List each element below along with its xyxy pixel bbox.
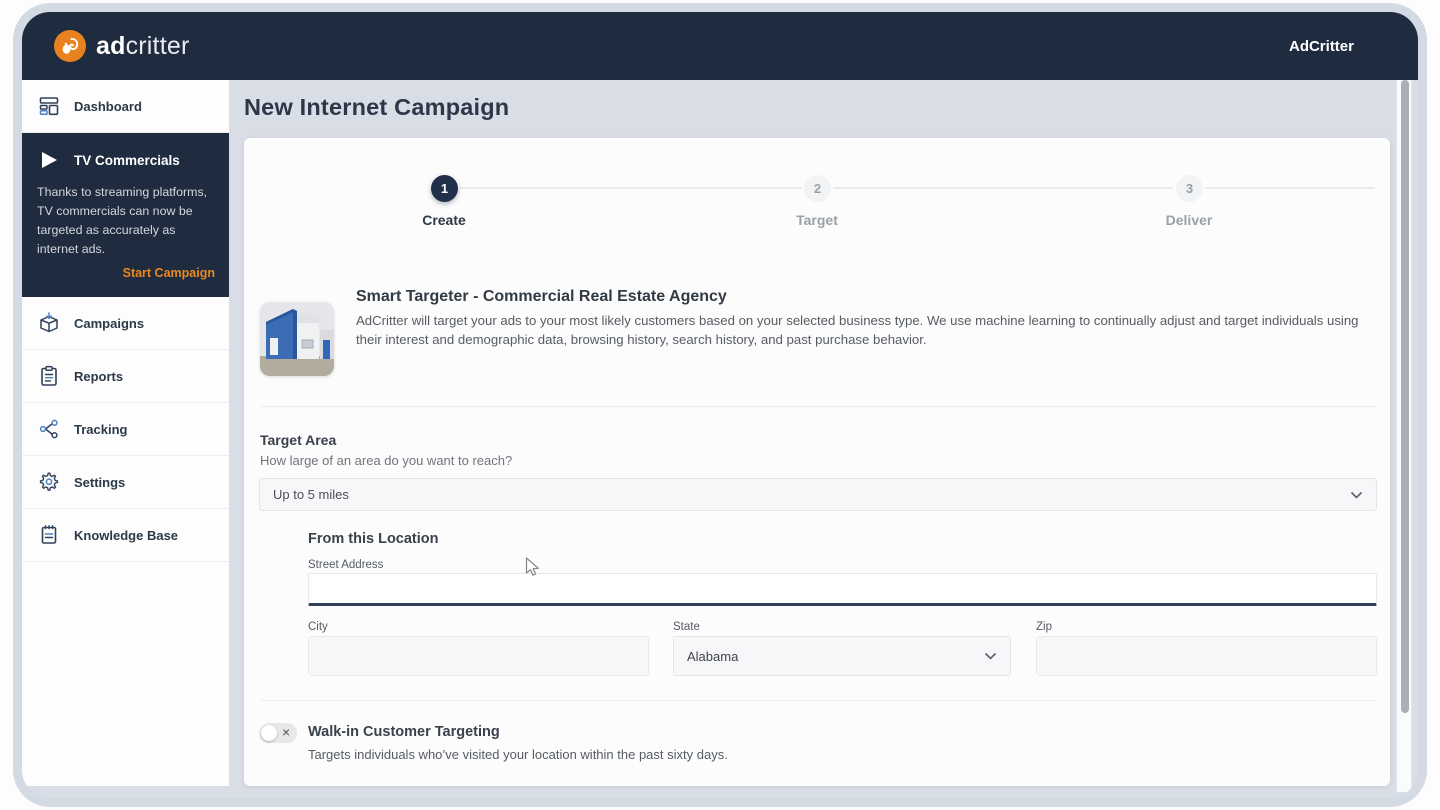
page-title: New Internet Campaign	[244, 94, 510, 120]
product-description: AdCritter will target your ads to your m…	[356, 313, 1359, 347]
sidebar-item-tv-commercials[interactable]: TV Commercials	[37, 146, 215, 174]
gear-icon	[37, 471, 61, 493]
adcritter-logo[interactable]: adcritter	[54, 30, 189, 62]
state-select[interactable]: Alabama	[673, 636, 1011, 676]
dashboard-icon	[37, 95, 61, 117]
street-address-label: Street Address	[308, 559, 384, 571]
step-1-circle[interactable]: 1	[431, 175, 458, 202]
step-2-circle[interactable]: 2	[804, 175, 831, 202]
section-divider	[260, 406, 1377, 407]
target-area-question: How large of an area do you want to reac…	[260, 453, 513, 468]
walkin-heading: Walk-in Customer Targeting	[308, 724, 500, 740]
business-type-photo	[260, 302, 334, 376]
chevron-down-icon	[1350, 491, 1376, 499]
city-label: City	[308, 621, 328, 633]
tv-panel-description: Thanks to streaming platforms, TV commer…	[37, 185, 208, 256]
sidebar-item-label: Dashboard	[74, 98, 142, 114]
share-nodes-icon	[37, 418, 61, 440]
mouse-cursor	[525, 557, 540, 582]
sidebar: Dashboard TV Commercials Thanks to strea…	[22, 80, 229, 786]
target-area-selected-value: Up to 5 miles	[273, 487, 349, 502]
step-connector	[1205, 187, 1375, 189]
step-connector	[460, 187, 802, 189]
walkin-toggle[interactable]: ×	[259, 723, 297, 743]
step-1-label: Create	[422, 212, 466, 228]
section-divider	[260, 700, 1377, 701]
target-area-heading: Target Area	[260, 432, 337, 448]
sidebar-item-campaigns[interactable]: Campaigns	[22, 297, 229, 350]
sidebar-item-settings[interactable]: Settings	[22, 456, 229, 509]
product-title: Smart Targeter - Commercial Real Estate …	[356, 288, 727, 305]
state-label: State	[673, 621, 700, 633]
tv-panel-title: TV Commercials	[74, 152, 180, 168]
state-selected-value: Alabama	[687, 648, 739, 664]
clipboard-icon	[37, 365, 61, 387]
location-heading: From this Location	[308, 531, 439, 547]
start-campaign-link[interactable]: Start Campaign	[37, 266, 215, 280]
walkin-description: Targets individuals who’ve visited your …	[308, 747, 728, 762]
step-number: 3	[1185, 181, 1194, 196]
street-address-input[interactable]	[308, 573, 1377, 606]
step-number: 1	[440, 181, 449, 196]
step-3-circle[interactable]: 3	[1176, 175, 1203, 202]
target-area-select[interactable]: Up to 5 miles	[259, 478, 1377, 511]
package-icon	[37, 312, 61, 334]
step-2-label: Target	[796, 212, 838, 228]
step-3-label: Deliver	[1165, 212, 1213, 228]
top-bar: adcritter AdCritter	[22, 12, 1418, 80]
zip-label: Zip	[1036, 621, 1052, 633]
sidebar-item-label: Settings	[74, 474, 126, 490]
campaign-setup-card: 1 Create 2 Target 3 Deliver Smart Target…	[244, 138, 1390, 786]
logo-wordmark: adcritter	[96, 31, 190, 60]
sidebar-item-reports[interactable]: Reports	[22, 350, 229, 403]
zip-input[interactable]	[1036, 636, 1377, 676]
squirrel-icon	[54, 30, 86, 62]
step-number: 2	[813, 181, 822, 196]
sidebar-item-label: Tracking	[74, 421, 128, 437]
chevron-down-icon	[984, 652, 1010, 660]
sidebar-item-label: Reports	[74, 368, 124, 384]
account-menu[interactable]: AdCritter	[1289, 38, 1354, 55]
toggle-knob	[261, 725, 277, 741]
sidebar-item-dashboard[interactable]: Dashboard	[22, 80, 229, 133]
step-connector	[833, 187, 1173, 189]
sidebar-item-knowledge-base[interactable]: Knowledge Base	[22, 509, 229, 562]
toggle-off-x-icon: ×	[282, 724, 291, 740]
sidebar-item-tracking[interactable]: Tracking	[22, 403, 229, 456]
app-window: adcritter AdCritter Dashboard TV Commerc…	[22, 12, 1418, 798]
sidebar-item-label: Knowledge Base	[74, 527, 179, 543]
notepad-icon	[37, 524, 61, 546]
city-input[interactable]	[308, 636, 649, 676]
vertical-scrollbar[interactable]	[1396, 80, 1412, 792]
scrollbar-thumb[interactable]	[1401, 80, 1409, 713]
sidebar-item-label: Campaigns	[74, 315, 145, 331]
tv-commercials-panel: TV Commercials Thanks to streaming platf…	[22, 133, 229, 297]
play-icon	[37, 151, 61, 169]
